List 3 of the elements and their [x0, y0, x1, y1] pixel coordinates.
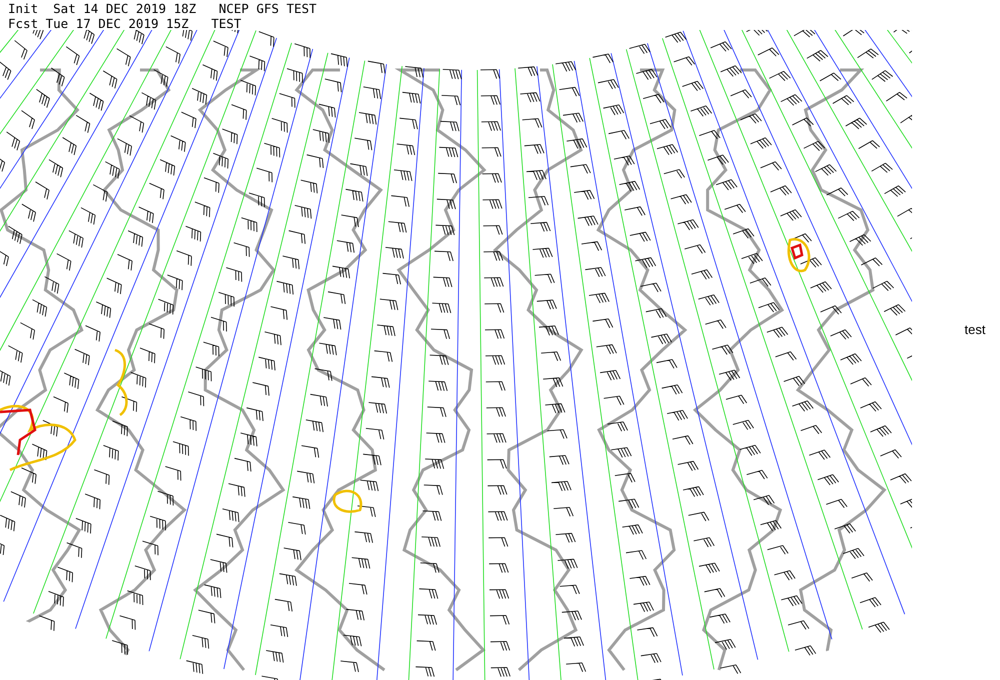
side-label: test [964, 322, 986, 336]
init-time-label: Init Sat 14 DEC 2019 18Z NCEP GFS TEST [8, 1, 318, 16]
forecast-time-label: Fcst Tue 17 DEC 2019 15Z TEST [8, 16, 242, 31]
